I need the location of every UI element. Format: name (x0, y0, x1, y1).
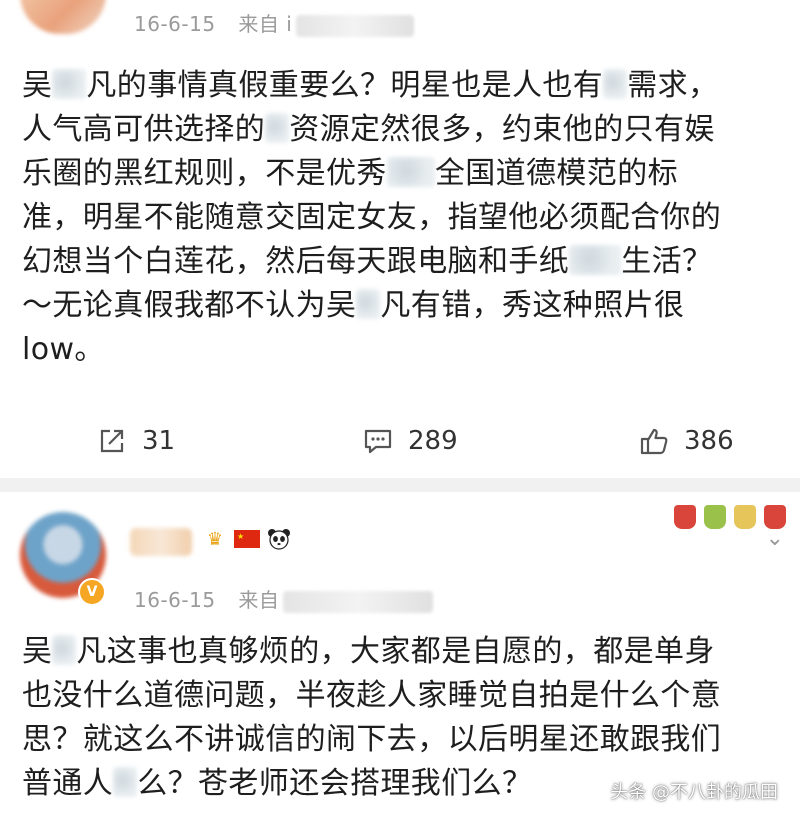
mosaic-blur (356, 289, 381, 319)
like-button[interactable]: 386 (638, 418, 734, 464)
avatar[interactable] (20, 0, 106, 34)
post-date: 16-6-15 (134, 588, 216, 612)
user-badges: ♛ ★ (202, 526, 292, 552)
weibo-post-2: V ♛ ★ ⌄ 16-6-15 来自 吴凡这事也真够烦的，大家都是自愿的，都是单… (0, 492, 800, 824)
mosaic-blur (603, 69, 628, 99)
repost-icon (100, 429, 124, 453)
verified-badge-icon: V (78, 578, 106, 606)
mosaic-blur (386, 157, 435, 187)
blurred-username[interactable] (130, 528, 192, 556)
mosaic-blur (52, 69, 87, 99)
post-meta: 16-6-15 来自 (134, 584, 434, 613)
post-separator (0, 478, 800, 492)
thumbs-up-icon (640, 428, 668, 455)
comment-icon (364, 429, 392, 454)
post-source: 来自 i (238, 12, 293, 36)
mosaic-blur (569, 245, 622, 275)
post-text: 吴凡的事情真假重要么？明星也是人也有 需求， 人气高可供选择的 资源定然很多，约束他… (22, 68, 722, 367)
hat-icon (734, 505, 756, 529)
china-flag-icon: ★ (234, 526, 260, 552)
like-count: 386 (684, 426, 734, 456)
mosaic-blur (52, 635, 77, 665)
repost-count: 31 (142, 426, 176, 456)
post-date: 16-6-15 (134, 12, 216, 36)
chevron-down-icon[interactable]: ⌄ (766, 526, 784, 551)
mosaic-blur (113, 767, 138, 797)
mitten-icon (674, 505, 696, 529)
blurred-source (283, 590, 434, 613)
post-meta: 16-6-15 来自 i (134, 8, 415, 37)
comment-button[interactable]: 289 (362, 418, 458, 464)
watermark: 头条 @不八卦的瓜田 (610, 782, 778, 803)
post-source: 来自 (238, 588, 280, 612)
blurred-source (296, 14, 415, 37)
action-bar: 31 289 386 (0, 418, 800, 464)
panda-icon (266, 526, 292, 552)
mosaic-blur (265, 113, 290, 143)
sweater-icon (704, 505, 726, 529)
repost-button[interactable]: 31 (96, 418, 175, 464)
svg-text:★: ★ (237, 532, 244, 541)
comment-count: 289 (408, 426, 458, 456)
crown-icon: ♛ (206, 528, 224, 550)
weibo-post-1: 16-6-15 来自 i 吴凡的事情真假重要么？明星也是人也有 需求， 人气高可供… (0, 0, 800, 478)
